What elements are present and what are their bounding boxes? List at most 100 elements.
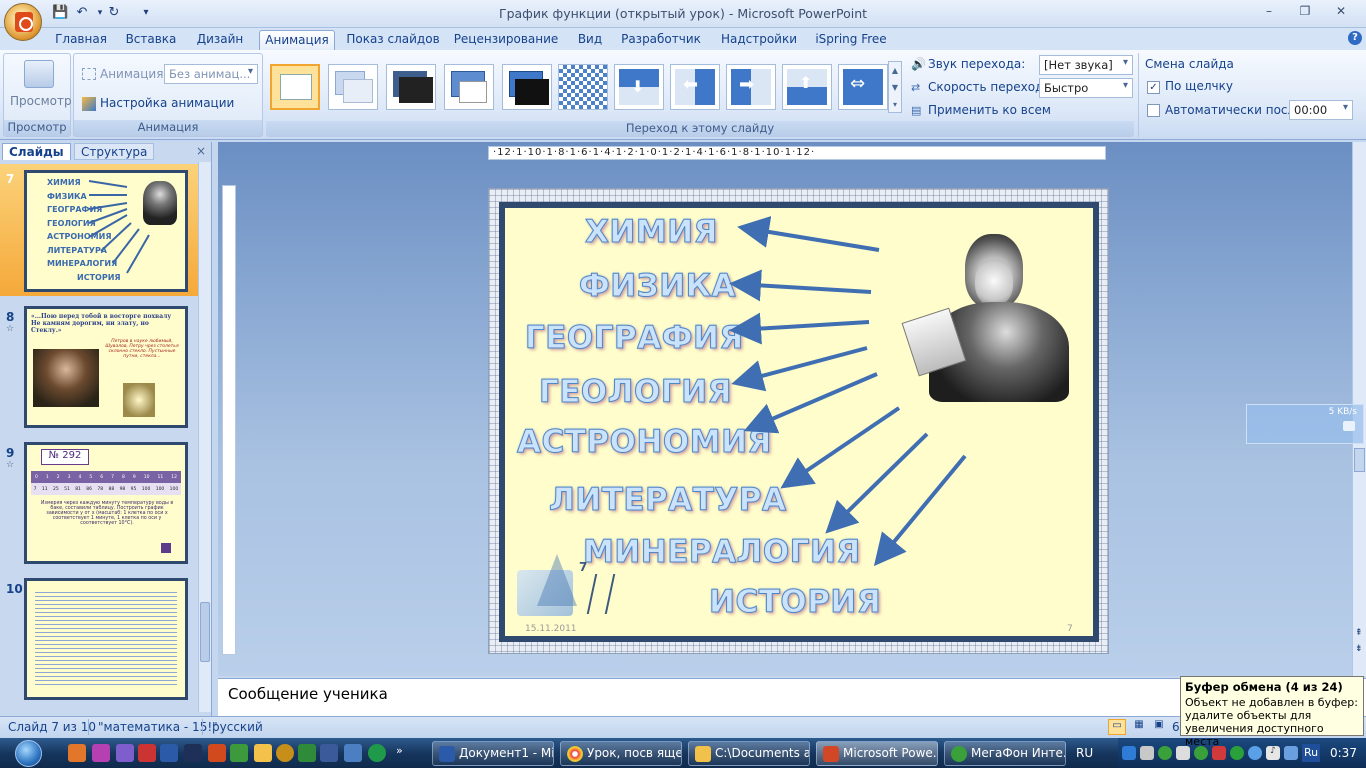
tray-icon[interactable] [1176, 746, 1190, 760]
excel-icon[interactable] [298, 744, 316, 762]
app-icon[interactable] [368, 744, 386, 762]
auto-advance-time[interactable]: 00:00 [1289, 100, 1353, 120]
status-zoom[interactable]: 6 [1172, 720, 1180, 734]
task-word[interactable]: Документ1 - Mi... [432, 741, 554, 766]
undo-icon[interactable]: ↶ [74, 5, 90, 21]
slide-thumb-10[interactable] [24, 578, 188, 700]
app-icon[interactable] [344, 744, 362, 762]
current-slide[interactable]: ХИМИЯ ФИЗИКА ГЕОГРАФИЯ ГЕОЛОГИЯ АСТРОНОМ… [488, 188, 1109, 654]
app-icon[interactable] [276, 744, 294, 762]
slides-scrollbar[interactable] [198, 162, 211, 712]
tab-addins[interactable]: Надстройки [716, 30, 802, 50]
preview-button[interactable]: Просмотр [10, 94, 72, 108]
transition-wipe-left[interactable]: ⬅ [670, 64, 720, 110]
volume-icon[interactable]: ♪ [1266, 746, 1280, 760]
status-language[interactable]: русский [212, 720, 263, 734]
tab-review[interactable]: Рецензирование [450, 30, 562, 50]
normal-view-icon[interactable]: ▭ [1108, 719, 1126, 735]
language-indicator[interactable]: RU [1076, 746, 1093, 760]
scroll-thumb[interactable] [200, 602, 210, 662]
status-theme[interactable]: "математика - 15!" [98, 720, 218, 734]
tab-view[interactable]: Вид [572, 30, 608, 50]
redo-icon[interactable]: ↻ [106, 5, 122, 21]
transition-wipe-down[interactable]: ⬇ [614, 64, 664, 110]
transition-wipe-right[interactable]: ➡ [726, 64, 776, 110]
transition-dissolve[interactable] [558, 64, 608, 110]
task-powerpoint[interactable]: Microsoft Powe... [816, 741, 938, 766]
clipboard-notification[interactable]: Буфер обмена (4 из 24) Объект не добавле… [1180, 676, 1364, 748]
transition-gallery-scroll[interactable]: ▲ ▼ ▾ [888, 61, 902, 113]
apply-all-button[interactable]: Применить ко всем [928, 103, 1051, 117]
on-click-checkbox[interactable]: ✓ [1147, 81, 1160, 94]
close-panel-icon[interactable]: × [196, 144, 206, 158]
lomonosov-portrait[interactable] [901, 232, 1069, 402]
app-icon[interactable] [230, 744, 248, 762]
start-button[interactable] [2, 738, 56, 768]
tab-home[interactable]: Главная [52, 30, 110, 50]
slideshow-view-icon[interactable]: ▣ [1150, 719, 1168, 735]
tab-slideshow[interactable]: Показ слайдов [346, 30, 440, 50]
editor-scroll-thumb[interactable] [1354, 448, 1365, 472]
tab-slides[interactable]: Слайды [2, 143, 71, 160]
transition-none[interactable] [270, 64, 320, 110]
transition-fade-black[interactable] [386, 64, 436, 110]
tab-developer[interactable]: Разработчик [618, 30, 704, 50]
transition-fade[interactable] [328, 64, 378, 110]
slide-number: 10 [6, 582, 23, 596]
restore-icon[interactable]: ❐ [1292, 4, 1318, 22]
app-icon[interactable] [320, 744, 338, 762]
transition-cut[interactable] [444, 64, 494, 110]
app-icon[interactable] [208, 744, 226, 762]
acrobat-icon[interactable] [138, 744, 156, 762]
tray-icon[interactable] [1158, 746, 1172, 760]
tray-icon[interactable] [1122, 746, 1136, 760]
tab-design[interactable]: Дизайн [192, 30, 248, 50]
minimize-icon[interactable]: – [1256, 4, 1282, 22]
tab-outline[interactable]: Структура [74, 143, 155, 160]
task-explorer[interactable]: C:\Documents a... [688, 741, 810, 766]
word-icon[interactable] [160, 744, 178, 762]
tray-icon[interactable] [1212, 746, 1226, 760]
preview-icon[interactable] [24, 60, 54, 88]
transition-cut-black[interactable] [502, 64, 552, 110]
transition-sound-select[interactable]: [Нет звука] [1039, 55, 1133, 75]
auto-advance-checkbox[interactable] [1147, 104, 1160, 117]
quicklaunch-expand-icon[interactable]: » [396, 744, 406, 762]
close-icon[interactable]: ✕ [1328, 4, 1354, 22]
tab-animation[interactable]: Анимация [259, 30, 335, 50]
slide-thumb-8[interactable]: «...Пою перед тобой в восторге похвалу Н… [24, 306, 188, 428]
help-icon[interactable]: ? [1348, 31, 1362, 45]
slide-sorter-icon[interactable]: ▦ [1130, 719, 1148, 735]
clock[interactable]: 0:37 [1330, 746, 1357, 760]
firefox-icon[interactable] [68, 744, 86, 762]
app-icon[interactable] [92, 744, 110, 762]
next-slide-icon[interactable]: ⇟ [1355, 644, 1363, 654]
network-tray-icon[interactable] [1284, 746, 1298, 760]
transition-wipe-up[interactable]: ⬆ [782, 64, 832, 110]
transition-split[interactable]: ⇔ [838, 64, 888, 110]
tray-icon[interactable] [1248, 746, 1262, 760]
save-icon[interactable]: 💾 [52, 5, 68, 21]
table-cell: 100 [169, 486, 179, 492]
app-icon[interactable] [116, 744, 134, 762]
tab-insert[interactable]: Вставка [122, 30, 180, 50]
slide-thumb-7[interactable]: ХИМИЯ ФИЗИКА ГЕОГРАФИЯ ГЕОЛОГИЯ АСТРОНОМИЯ ЛИ… [24, 170, 188, 292]
tray-icon[interactable] [1230, 746, 1244, 760]
customize-qat-icon[interactable]: ▾ [138, 5, 154, 21]
tray-icon[interactable] [1140, 746, 1154, 760]
slide-thumb-9[interactable]: № 292 0 1 2 3 4 5 6 7 8 9 10 11 12 7 11 25 51 81 86 78 88 98… [24, 442, 188, 564]
network-speed-widget[interactable]: 5 KB/s [1246, 404, 1364, 444]
tray-icon[interactable] [1194, 746, 1208, 760]
office-button[interactable] [4, 3, 42, 41]
tab-ispring[interactable]: iSpring Free [812, 30, 890, 50]
prev-slide-icon[interactable]: ⇞ [1355, 628, 1363, 638]
task-megafon[interactable]: МегаФон Инте... [944, 741, 1066, 766]
task-browser[interactable]: Урок, посв яще... [560, 741, 682, 766]
app-icon[interactable] [254, 744, 272, 762]
taskbar: » Документ1 - Mi... Урок, посв яще... C:… [0, 738, 1366, 768]
powerpoint-icon [823, 746, 839, 762]
custom-animation-button[interactable]: Настройка анимации [100, 96, 234, 110]
animation-select[interactable]: Без анимац... [164, 64, 258, 84]
transition-speed-select[interactable]: Быстро [1039, 78, 1133, 98]
app-icon[interactable] [184, 744, 202, 762]
